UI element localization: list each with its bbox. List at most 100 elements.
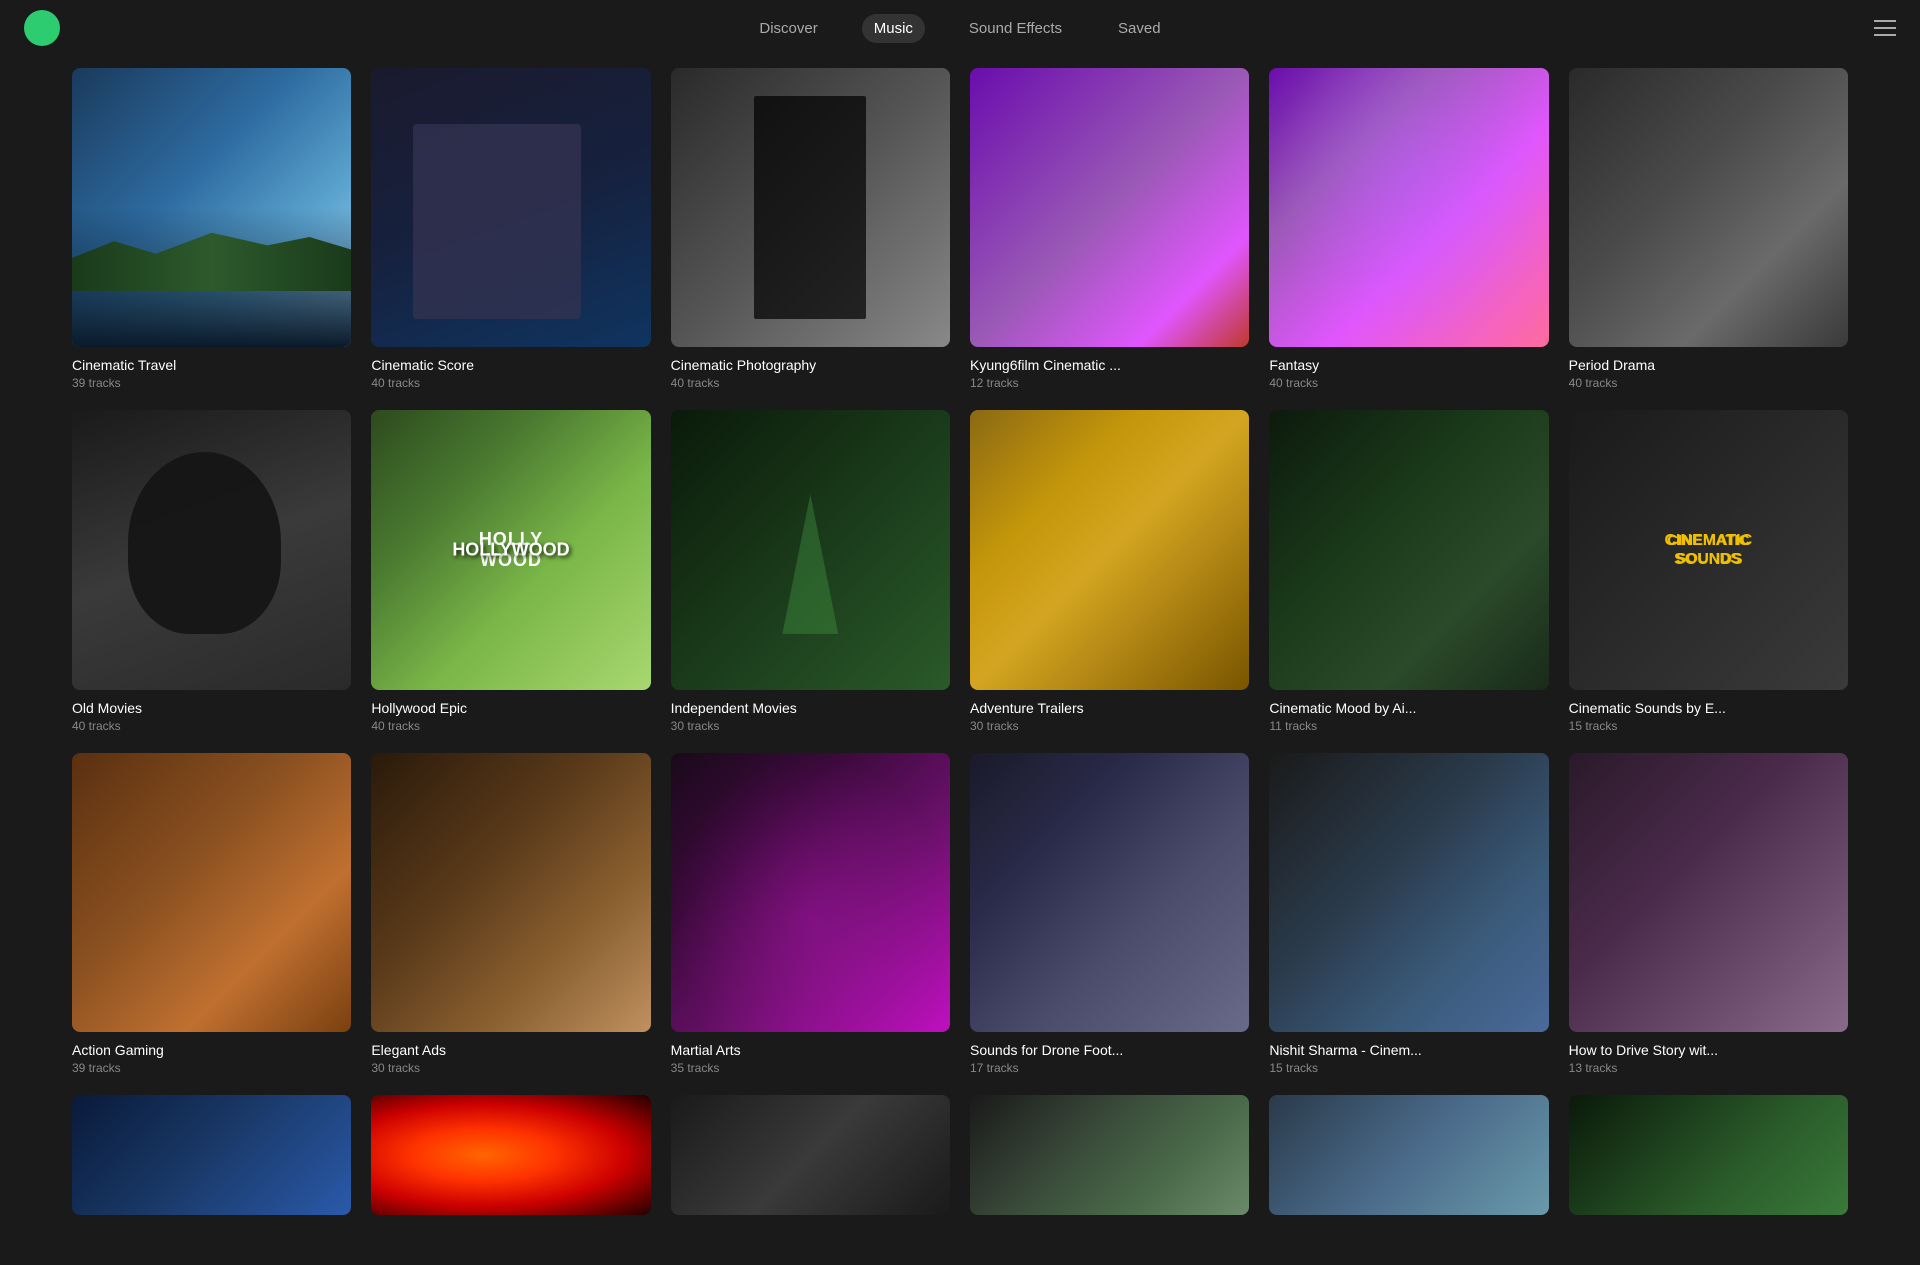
card-thumb-independent-movies xyxy=(671,410,950,689)
card-title-martial-arts: Martial Arts xyxy=(671,1042,950,1058)
card-cinematic-mood[interactable]: Cinematic Mood by Ai... 11 tracks xyxy=(1269,410,1548,732)
card-title-period-drama: Period Drama xyxy=(1569,357,1848,373)
card-action-gaming[interactable]: Action Gaming 39 tracks xyxy=(72,753,351,1075)
card-title-how-to-drive: How to Drive Story wit... xyxy=(1569,1042,1848,1058)
card-cinematic-travel[interactable]: Cinematic Travel 39 tracks xyxy=(72,68,351,390)
nav-item-sound-effects[interactable]: Sound Effects xyxy=(957,14,1074,43)
card-tracks-cinematic-sounds: 15 tracks xyxy=(1569,719,1848,733)
card-thumb-hollywood-epic: HOLLYWOOD xyxy=(371,410,650,689)
card-elegant-ads[interactable]: Elegant Ads 30 tracks xyxy=(371,753,650,1075)
card-tracks-cinematic-score: 40 tracks xyxy=(371,376,650,390)
card-title-nishit-sharma: Nishit Sharma - Cinem... xyxy=(1269,1042,1548,1058)
card-thumb-cinematic-photography xyxy=(671,68,950,347)
card-thumb-nishit-sharma xyxy=(1269,753,1548,1032)
header: Discover Music Sound Effects Saved xyxy=(0,0,1920,56)
card-thumb-action-gaming xyxy=(72,753,351,1032)
card-title-cinematic-photography: Cinematic Photography xyxy=(671,357,950,373)
card-tracks-cinematic-travel: 39 tracks xyxy=(72,376,351,390)
card-thumb-adventure-trailers xyxy=(970,410,1249,689)
card-tracks-old-movies: 40 tracks xyxy=(72,719,351,733)
card-thumb-elegant-ads xyxy=(371,753,650,1032)
card-title-action-gaming: Action Gaming xyxy=(72,1042,351,1058)
card-tracks-kyung6film: 12 tracks xyxy=(970,376,1249,390)
card-thumb-cinematic-travel xyxy=(72,68,351,347)
card-tracks-cinematic-photography: 40 tracks xyxy=(671,376,950,390)
card-thumb-forest xyxy=(1569,1095,1848,1215)
card-thumb-sounds-drone xyxy=(970,753,1249,1032)
card-nishit-sharma[interactable]: Nishit Sharma - Cinem... 15 tracks xyxy=(1269,753,1548,1075)
card-kyung6film[interactable]: Kyung6film Cinematic ... 12 tracks xyxy=(970,68,1249,390)
card-martial-arts[interactable]: Martial Arts 35 tracks xyxy=(671,753,950,1075)
card-title-cinematic-mood: Cinematic Mood by Ai... xyxy=(1269,700,1548,716)
card-row-row1: Cinematic Travel 39 tracks Cinematic Score… xyxy=(72,68,1848,390)
card-cinematic-score[interactable]: Cinematic Score 40 tracks xyxy=(371,68,650,390)
card-cinematic-photography[interactable]: Cinematic Photography 40 tracks xyxy=(671,68,950,390)
card-tracks-fantasy: 40 tracks xyxy=(1269,376,1548,390)
card-cinematic-sounds[interactable]: CINEMATICSOUNDS Cinematic Sounds by E... 1… xyxy=(1569,410,1848,732)
card-title-sounds-drone: Sounds for Drone Foot... xyxy=(970,1042,1249,1058)
card-tracks-adventure-trailers: 30 tracks xyxy=(970,719,1249,733)
card-how-to-drive[interactable]: How to Drive Story wit... 13 tracks xyxy=(1569,753,1848,1075)
card-period-drama[interactable]: Period Drama 40 tracks xyxy=(1569,68,1848,390)
nav-item-discover[interactable]: Discover xyxy=(747,14,829,43)
card-sounds-drone[interactable]: Sounds for Drone Foot... 17 tracks xyxy=(970,753,1249,1075)
card-title-cinematic-score: Cinematic Score xyxy=(371,357,650,373)
card-thumb-period-drama xyxy=(1569,68,1848,347)
card-thumb-martial-arts xyxy=(671,753,950,1032)
card-title-cinematic-sounds: Cinematic Sounds by E... xyxy=(1569,700,1848,716)
card-thumb-drone2 xyxy=(1269,1095,1548,1215)
main-content: Cinematic Travel 39 tracks Cinematic Score… xyxy=(0,0,1920,1265)
card-tracks-martial-arts: 35 tracks xyxy=(671,1061,950,1075)
card-tracks-period-drama: 40 tracks xyxy=(1569,376,1848,390)
card-old-movies[interactable]: Old Movies 40 tracks xyxy=(72,410,351,732)
nav-item-saved[interactable]: Saved xyxy=(1106,14,1173,43)
card-tracks-independent-movies: 30 tracks xyxy=(671,719,950,733)
card-title-cinematic-travel: Cinematic Travel xyxy=(72,357,351,373)
card-tracks-elegant-ads: 30 tracks xyxy=(371,1061,650,1075)
card-bokeh[interactable] xyxy=(371,1095,650,1225)
card-row-row3: Action Gaming 39 tracks Elegant Ads 30 trac… xyxy=(72,753,1848,1075)
card-tracks-action-gaming: 39 tracks xyxy=(72,1061,351,1075)
card-title-fantasy: Fantasy xyxy=(1269,357,1548,373)
card-title-kyung6film: Kyung6film Cinematic ... xyxy=(970,357,1249,373)
card-title-hollywood-epic: Hollywood Epic xyxy=(371,700,650,716)
card-forest[interactable] xyxy=(1569,1095,1848,1225)
card-adventure-trailers[interactable]: Adventure Trailers 30 tracks xyxy=(970,410,1249,732)
logo[interactable] xyxy=(24,10,60,46)
card-hollywood-epic[interactable]: HOLLYWOOD Hollywood Epic 40 tracks xyxy=(371,410,650,732)
card-tracks-sounds-drone: 17 tracks xyxy=(970,1061,1249,1075)
card-thumb-bokeh xyxy=(371,1095,650,1215)
card-tracks-hollywood-epic: 40 tracks xyxy=(371,719,650,733)
card-thumb-cinematic-sounds: CINEMATICSOUNDS xyxy=(1569,410,1848,689)
card-tracks-how-to-drive: 13 tracks xyxy=(1569,1061,1848,1075)
card-thumb-face xyxy=(671,1095,950,1215)
card-face[interactable] xyxy=(671,1095,950,1225)
menu-button[interactable] xyxy=(1874,20,1896,36)
nav-item-music[interactable]: Music xyxy=(862,14,925,43)
card-road[interactable] xyxy=(970,1095,1249,1225)
card-drone2[interactable] xyxy=(1269,1095,1548,1225)
card-title-old-movies: Old Movies xyxy=(72,700,351,716)
card-row-row4 xyxy=(72,1095,1848,1225)
card-spin-globe[interactable] xyxy=(72,1095,351,1225)
card-thumb-cinematic-mood xyxy=(1269,410,1548,689)
menu-icon-line xyxy=(1874,34,1896,36)
card-fantasy[interactable]: Fantasy 40 tracks xyxy=(1269,68,1548,390)
cards-grid: Cinematic Travel 39 tracks Cinematic Score… xyxy=(72,68,1848,1225)
menu-icon-line xyxy=(1874,20,1896,22)
card-tracks-nishit-sharma: 15 tracks xyxy=(1269,1061,1548,1075)
menu-icon-line xyxy=(1874,27,1896,29)
card-tracks-cinematic-mood: 11 tracks xyxy=(1269,719,1548,733)
card-thumb-road xyxy=(970,1095,1249,1215)
card-thumb-kyung6film xyxy=(970,68,1249,347)
card-title-independent-movies: Independent Movies xyxy=(671,700,950,716)
card-row-row2: Old Movies 40 tracks HOLLYWOOD Hollywood Ep… xyxy=(72,410,1848,732)
card-thumb-fantasy xyxy=(1269,68,1548,347)
card-title-adventure-trailers: Adventure Trailers xyxy=(970,700,1249,716)
card-thumb-old-movies xyxy=(72,410,351,689)
card-thumb-cinematic-score xyxy=(371,68,650,347)
card-thumb-spin-globe xyxy=(72,1095,351,1215)
card-title-elegant-ads: Elegant Ads xyxy=(371,1042,650,1058)
card-thumb-how-to-drive xyxy=(1569,753,1848,1032)
card-independent-movies[interactable]: Independent Movies 30 tracks xyxy=(671,410,950,732)
